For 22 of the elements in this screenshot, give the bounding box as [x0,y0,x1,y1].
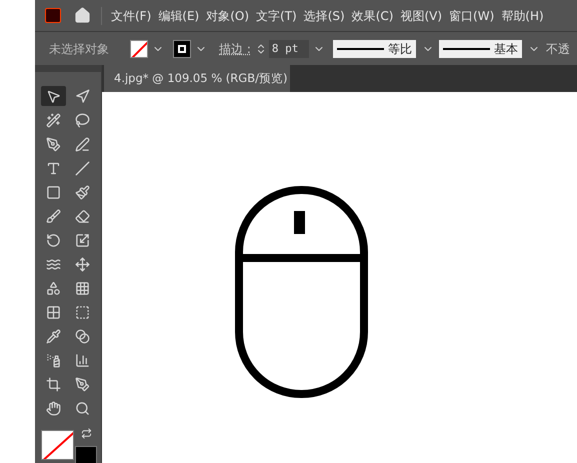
fill-swatch[interactable] [41,430,74,460]
menu-item[interactable]: 帮助(H) [501,6,544,24]
menu-item[interactable]: 对象(O) [206,6,250,24]
menu-item[interactable]: 效果(C) [352,6,394,24]
menu-item[interactable]: 文件(F) [111,6,152,24]
fill-swatch[interactable] [130,40,148,58]
menu-item[interactable]: 文字(T) [256,6,297,24]
home-icon[interactable] [74,7,91,24]
opacity-label: 不透 [546,40,570,58]
menu-item[interactable]: 视图(V) [400,6,442,24]
profile-dropdown[interactable]: 等比 [332,40,416,58]
stroke-weight-field[interactable]: 8 pt [268,40,309,58]
app-logo-icon [45,8,61,23]
stroke-label: 描边 : [219,40,251,58]
swap-icon[interactable] [81,428,92,440]
menu-item[interactable]: 选择(S) [304,6,345,24]
selection-status: 未选择对象 [49,40,109,58]
document-tab[interactable]: 4.jpg* @ 109.05 % (RGB/预览) [104,65,290,92]
menu-item[interactable]: 窗口(W) [449,6,494,24]
brush-dropdown[interactable]: 基本 [438,40,522,58]
menu-item[interactable]: 编辑(E) [158,6,200,24]
stroke-swatch[interactable] [173,40,191,58]
